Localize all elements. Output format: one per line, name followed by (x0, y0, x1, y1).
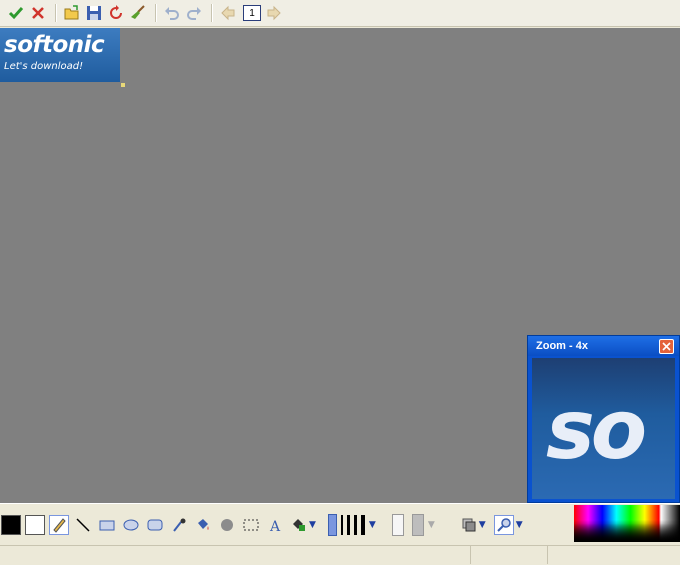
floppy-disk-icon (87, 6, 101, 20)
line-icon (76, 517, 90, 532)
cancel-button[interactable] (28, 3, 48, 23)
next-page-button[interactable] (264, 3, 284, 23)
zoom-title-bar[interactable]: Zoom - 4x (528, 336, 679, 356)
status-segment (0, 546, 471, 564)
chevron-down-icon: ▼ (368, 519, 376, 530)
zoom-title: Zoom - 4x (536, 340, 588, 352)
zoom-dropdown-arrow[interactable]: ▼ (516, 520, 523, 530)
refresh-icon (110, 5, 122, 19)
fill-mode-filled[interactable] (411, 513, 424, 536)
checkmark-icon (8, 7, 24, 20)
spectrum-shade (574, 505, 680, 542)
color-fill-tool[interactable] (289, 515, 309, 535)
status-bar (0, 545, 680, 565)
rounded-rect-tool[interactable] (145, 515, 165, 535)
svg-text:A: A (269, 519, 281, 533)
layers-icon (462, 518, 476, 531)
accept-button[interactable] (6, 3, 26, 23)
status-segment (471, 546, 548, 564)
arrow-right-icon (267, 5, 281, 21)
prev-page-button[interactable] (218, 3, 238, 23)
arrow-left-icon (221, 5, 235, 21)
text-tool[interactable]: A (265, 515, 285, 535)
toolbar-separator (55, 4, 57, 22)
text-icon: A (269, 519, 281, 533)
open-button[interactable] (62, 3, 82, 23)
rectangle-tool[interactable] (97, 515, 117, 535)
zoom-window: Zoom - 4x so (527, 335, 680, 503)
rectangle-icon (99, 520, 115, 530)
clear-button[interactable] (128, 3, 148, 23)
logo-main-text: softonic (4, 32, 105, 58)
page-number-field[interactable]: 1 (243, 5, 261, 21)
undo-button[interactable] (162, 3, 182, 23)
pencil-icon (53, 517, 66, 533)
eyedropper-icon (173, 518, 186, 532)
foreground-color-swatch[interactable] (1, 514, 21, 535)
toolbar-separator (211, 4, 213, 22)
color-fill-dropdown-arrow[interactable]: ▼ (309, 520, 316, 530)
line-tool[interactable] (73, 515, 93, 535)
layers-tool[interactable] (459, 515, 479, 535)
redo-icon (187, 7, 201, 20)
airbrush-tool[interactable] (217, 515, 237, 535)
fill-mode-outline[interactable] (391, 513, 404, 536)
ellipse-icon (123, 519, 139, 530)
fill-mode-dropdown-arrow[interactable]: ▼ (428, 520, 435, 530)
broom-icon (131, 5, 145, 19)
refresh-button[interactable] (106, 3, 126, 23)
layers-dropdown-arrow[interactable]: ▼ (479, 520, 486, 530)
selection-tool[interactable] (241, 515, 261, 535)
softonic-logo-image: softonic Let's download! (0, 28, 120, 82)
line-width-selected-swatch (327, 513, 337, 536)
pencil-tool[interactable] (49, 514, 69, 535)
rounded-rect-icon (147, 519, 163, 530)
toolbar-separator (155, 4, 157, 22)
close-icon (662, 341, 671, 351)
ellipse-tool[interactable] (121, 515, 141, 535)
fill-bucket-icon (198, 518, 209, 530)
airbrush-icon (221, 518, 233, 531)
logo-tagline: Let's download! (4, 61, 84, 72)
zoom-close-button[interactable] (659, 338, 674, 354)
magnifier-icon (496, 517, 511, 532)
zoom-tool[interactable] (493, 514, 514, 535)
image-resize-handle[interactable] (121, 83, 125, 87)
close-x-icon (32, 7, 44, 19)
color-spectrum-picker[interactable] (574, 505, 680, 542)
color-fill-icon (293, 518, 305, 531)
fill-bucket-tool[interactable] (193, 515, 213, 535)
status-segment (548, 546, 680, 564)
undo-icon (165, 7, 179, 20)
redo-button[interactable] (184, 3, 204, 23)
zoom-preview-text: so (546, 383, 647, 478)
line-width-selector[interactable]: ▼ (327, 513, 376, 536)
main-toolbar: 1 (0, 0, 680, 27)
zoom-preview: so (532, 358, 675, 499)
save-button[interactable] (84, 3, 104, 23)
folder-open-icon (64, 5, 79, 20)
selection-icon (243, 519, 259, 530)
background-color-swatch[interactable] (25, 514, 45, 535)
eyedropper-tool[interactable] (169, 515, 189, 535)
